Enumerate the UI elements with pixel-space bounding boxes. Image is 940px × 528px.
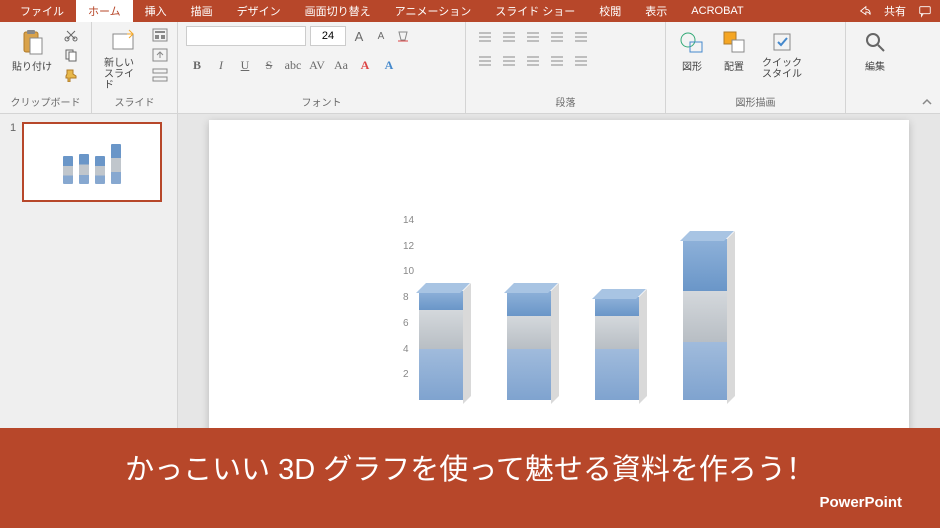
collapse-ribbon-button[interactable]: [920, 95, 934, 109]
copy-button[interactable]: [62, 46, 80, 64]
slide-canvas[interactable]: 2 4 6 8 10 12 14: [178, 114, 940, 428]
tab-ACROBAT[interactable]: ACROBAT: [679, 0, 755, 22]
justify-button[interactable]: [546, 50, 568, 72]
group-clipboard: 貼り付け クリップボード: [0, 22, 92, 113]
tab-アニメーション[interactable]: アニメーション: [383, 0, 484, 22]
tab-スライド ショー[interactable]: スライド ショー: [483, 0, 587, 22]
title-bar: ファイルホーム挿入描画デザイン画面切り替えアニメーションスライド ショー校閲表示…: [0, 0, 940, 22]
new-slide-button[interactable]: 新しい スライド: [100, 26, 145, 93]
increase-font-button[interactable]: A: [350, 27, 368, 45]
search-icon: [861, 28, 889, 56]
align-center-button[interactable]: [498, 50, 520, 72]
shapes-icon: [678, 28, 706, 56]
workspace: 1 2 4 6 8 10 12 14: [0, 114, 940, 428]
tab-校閲[interactable]: 校閲: [587, 0, 633, 22]
share-icon[interactable]: [858, 4, 872, 18]
decrease-font-button[interactable]: A: [372, 27, 390, 45]
format-bold[interactable]: B: [186, 54, 208, 76]
thumbnail-panel: 1: [0, 114, 178, 428]
y-tick: 10: [403, 266, 414, 277]
font-size-input[interactable]: [310, 26, 346, 46]
y-tick: 12: [403, 241, 414, 252]
format-highlight[interactable]: A: [378, 54, 400, 76]
banner: かっこいい 3D グラフを使って魅せる資料を作ろう！ PowerPoint: [0, 428, 940, 528]
tab-ファイル[interactable]: ファイル: [8, 0, 76, 22]
chart: 2 4 6 8 10 12 14: [389, 180, 829, 400]
bar-C: [595, 297, 639, 400]
y-tick: 6: [403, 318, 409, 329]
bar-B: [507, 291, 551, 400]
group-editing: 編集: [846, 22, 904, 113]
columns-button[interactable]: [570, 50, 592, 72]
format-italic[interactable]: I: [210, 54, 232, 76]
tab-挿入[interactable]: 挿入: [133, 0, 179, 22]
group-font: A A BIUSabcAVAaAA フォント: [178, 22, 466, 113]
tab-表示[interactable]: 表示: [633, 0, 679, 22]
quick-style-button[interactable]: クイック スタイル: [758, 26, 806, 82]
format-shadow[interactable]: S: [258, 54, 280, 76]
paste-icon: [18, 28, 46, 56]
format-underline[interactable]: U: [234, 54, 256, 76]
tab-ホーム[interactable]: ホーム: [76, 0, 133, 22]
tab-描画[interactable]: 描画: [179, 0, 225, 22]
find-button[interactable]: 編集: [857, 26, 893, 75]
banner-title: かっこいい 3D グラフを使って魅せる資料を作ろう！: [28, 446, 912, 488]
slide-thumbnail-1[interactable]: [22, 122, 162, 202]
align-right-button[interactable]: [522, 50, 544, 72]
comment-icon[interactable]: [918, 4, 932, 18]
new-slide-icon: [109, 28, 137, 56]
slide-number: 1: [10, 122, 16, 202]
align-left-button[interactable]: [474, 50, 496, 72]
bar-D: [683, 239, 727, 400]
ribbon-tabs: ファイルホーム挿入描画デザイン画面切り替えアニメーションスライド ショー校閲表示…: [8, 0, 756, 22]
arrange-button[interactable]: 配置: [716, 26, 752, 75]
format-painter-button[interactable]: [62, 66, 80, 84]
banner-subtitle: PowerPoint: [28, 494, 912, 511]
y-tick: 8: [403, 292, 409, 303]
layout-button[interactable]: [151, 26, 169, 44]
arrange-icon: [720, 28, 748, 56]
bullets-button[interactable]: [474, 26, 496, 48]
line-spacing-button[interactable]: [570, 26, 592, 48]
thumb-chart: [63, 140, 121, 184]
tab-デザイン[interactable]: デザイン: [225, 0, 293, 22]
numbering-button[interactable]: [498, 26, 520, 48]
y-tick: 4: [403, 344, 409, 355]
paste-button[interactable]: 貼り付け: [8, 26, 56, 75]
clear-format-button[interactable]: [394, 27, 412, 45]
y-tick: 2: [403, 369, 409, 380]
format-case[interactable]: Aa: [330, 54, 352, 76]
reset-button[interactable]: [151, 46, 169, 64]
group-drawing: 図形 配置 クイック スタイル 図形描画: [666, 22, 846, 113]
group-paragraph: 段落: [466, 22, 666, 113]
ribbon: 貼り付け クリップボード 新しい スライド スライド: [0, 22, 940, 114]
shapes-button[interactable]: 図形: [674, 26, 710, 75]
y-tick: 14: [403, 215, 414, 226]
cut-button[interactable]: [62, 26, 80, 44]
group-slides: 新しい スライド スライド: [92, 22, 178, 113]
tab-画面切り替え[interactable]: 画面切り替え: [293, 0, 383, 22]
format-color[interactable]: A: [354, 54, 376, 76]
share-label[interactable]: 共有: [884, 3, 906, 19]
format-strike[interactable]: abc: [282, 54, 304, 76]
bar-A: [419, 291, 463, 400]
format-spacing[interactable]: AV: [306, 54, 328, 76]
quick-style-icon: [768, 28, 796, 56]
indent-dec-button[interactable]: [522, 26, 544, 48]
section-button[interactable]: [151, 66, 169, 84]
indent-inc-button[interactable]: [546, 26, 568, 48]
font-family-input[interactable]: [186, 26, 306, 46]
